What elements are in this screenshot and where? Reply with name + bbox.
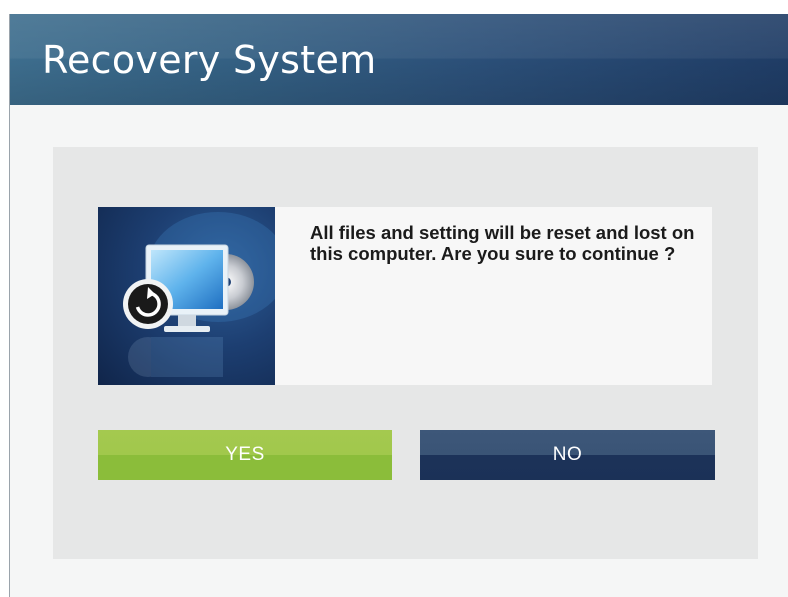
recovery-window: Recovery System All files and setting wi… (9, 14, 788, 597)
title-bar: Recovery System (10, 14, 788, 105)
monitor-illustration-icon (123, 212, 275, 377)
window-title: Recovery System (42, 38, 377, 82)
no-button[interactable]: NO (420, 430, 715, 480)
yes-button[interactable]: YES (98, 430, 392, 480)
computer-recovery-icon (98, 207, 275, 385)
confirmation-message: All files and setting will be reset and … (310, 222, 695, 264)
dialog-panel: All files and setting will be reset and … (53, 147, 758, 559)
message-box: All files and setting will be reset and … (275, 207, 712, 385)
